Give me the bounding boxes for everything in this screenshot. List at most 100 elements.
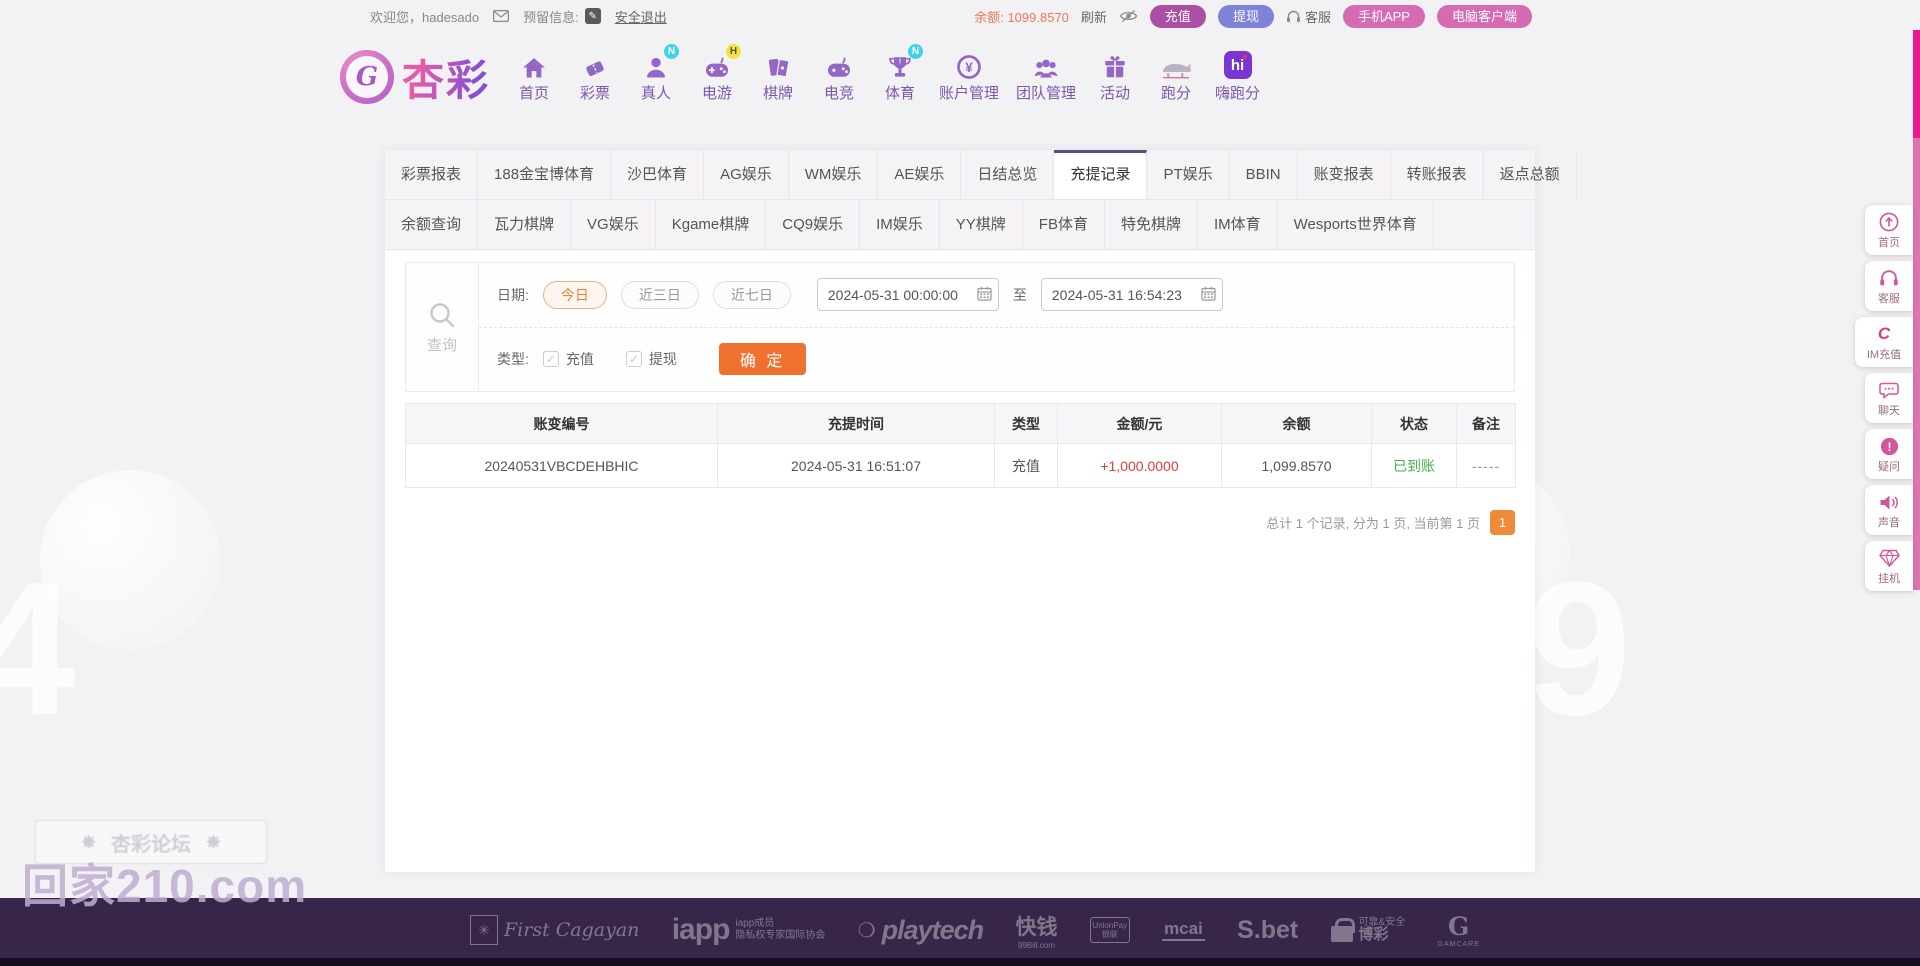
tab-row-2: 余额查询 瓦力棋牌 VG娱乐 Kgame棋牌 CQ9娱乐 IM娱乐 YY棋牌 F… [385, 200, 1535, 250]
float-im-recharge-button[interactable]: C IM充值 [1855, 317, 1913, 367]
welcome-text: 欢迎您，hadesado [370, 9, 480, 25]
nav-item-hi-paofen[interactable]: hi 嗨跑分 [1215, 51, 1260, 103]
tab[interactable]: 沙巴体育 [611, 150, 705, 199]
tab[interactable]: 返点总额 [1484, 150, 1577, 199]
pc-client-button[interactable]: 电脑客户端 [1436, 4, 1532, 28]
col-header-remark: 备注 [1456, 403, 1516, 444]
nav-item-live[interactable]: N 真人 [634, 44, 680, 103]
eye-off-icon[interactable] [1119, 9, 1138, 23]
logo-text: 杏彩 [402, 47, 490, 108]
col-header-amount: 金额/元 [1057, 403, 1222, 444]
tab[interactable]: 日结总览 [961, 150, 1055, 199]
tab[interactable]: 余额查询 [385, 200, 479, 249]
tab[interactable]: IM体育 [1198, 200, 1278, 249]
safe-betting-logo: 可靠&安全 博彩 [1330, 917, 1405, 943]
range-today-button[interactable]: 今日 [542, 280, 607, 309]
svg-text:!: ! [1887, 440, 1891, 454]
float-home-button[interactable]: 首页 [1865, 205, 1913, 255]
date-from-input[interactable] [816, 278, 999, 312]
cell-remark: ----- [1456, 443, 1516, 488]
tab-active-recharge-records[interactable]: 充提记录 [1054, 150, 1148, 199]
cell-amount: +1,000.0000 [1057, 443, 1222, 488]
tab[interactable]: CQ9娱乐 [766, 200, 861, 249]
cell-type: 充值 [994, 443, 1058, 488]
calendar-icon[interactable] [1201, 286, 1216, 301]
tab[interactable]: AG娱乐 [704, 150, 789, 199]
tab[interactable]: Wesports世界体育 [1278, 200, 1434, 249]
tab[interactable]: FB体育 [1023, 200, 1105, 249]
tab[interactable]: Kgame棋牌 [656, 200, 767, 249]
nav-item-team[interactable]: 团队管理 [1016, 51, 1076, 103]
edit-icon[interactable]: ✎ [584, 8, 601, 24]
nav-item-lottery[interactable]: 彩票 [573, 51, 617, 103]
coin-icon: ¥ [957, 51, 981, 79]
tab[interactable]: 彩票报表 [385, 150, 479, 199]
withdraw-button[interactable]: 提现 [1217, 4, 1274, 28]
envelope-icon[interactable] [493, 10, 510, 22]
float-question-button[interactable]: ! 疑问 [1865, 429, 1913, 479]
cell-status: 已到账 [1371, 443, 1457, 488]
chat-icon [1879, 380, 1899, 400]
bg-digit-decor: 4 [0, 543, 76, 755]
date-filter-row: 日期: 今日 近三日 近七日 至 [479, 263, 1514, 328]
tab[interactable]: 账变报表 [1298, 150, 1391, 199]
float-chat-button[interactable]: 聊天 [1865, 373, 1913, 423]
nav-item-account[interactable]: ¥ 账户管理 [939, 51, 999, 103]
topbar: 欢迎您，hadesado 预留信息: ✎ 安全退出 余额: 1099.8570 … [0, 0, 1920, 32]
tab[interactable]: 瓦力棋牌 [478, 200, 572, 249]
deposit-button[interactable]: 充值 [1149, 4, 1206, 28]
nav-item-home[interactable]: 首页 [512, 51, 556, 103]
nav-item-paofen[interactable]: 跑分 [1154, 51, 1198, 103]
tab[interactable]: VG娱乐 [571, 200, 656, 249]
sound-icon [1879, 492, 1899, 512]
nav-item-board-games[interactable]: 棋牌 [756, 51, 800, 103]
service-label: 客服 [1304, 9, 1331, 25]
tab[interactable]: 转账报表 [1391, 150, 1484, 199]
tab[interactable]: IM娱乐 [860, 200, 940, 249]
scrollbar-thumb[interactable] [1913, 30, 1920, 138]
tab[interactable]: 特免棋牌 [1105, 200, 1198, 249]
gamcare-logo: G GAMCARE [1437, 912, 1480, 948]
type-filter-row: 类型: ✓ 充值 ✓ 提现 确 定 [479, 328, 1514, 392]
logout-link[interactable]: 安全退出 [615, 7, 667, 26]
float-sound-button[interactable]: 声音 [1865, 485, 1913, 535]
trophy-icon: ! N [888, 44, 924, 79]
tab[interactable]: YY棋牌 [940, 200, 1023, 249]
headset-icon [1286, 10, 1301, 23]
confirm-button[interactable]: 确 定 [718, 343, 807, 376]
customer-service-link[interactable]: 客服 [1286, 7, 1331, 26]
rhino-logo [1157, 51, 1195, 79]
site-logo[interactable]: G 杏彩 [340, 47, 490, 108]
tab[interactable]: PT娱乐 [1147, 150, 1230, 199]
date-label: 日期: [497, 286, 529, 303]
page-1-button[interactable]: 1 [1490, 510, 1515, 535]
balance-value: 1099.8570 [1007, 9, 1069, 25]
tab[interactable]: WM娱乐 [789, 150, 879, 199]
tab[interactable]: AE娱乐 [878, 150, 962, 199]
float-service-button[interactable]: 客服 [1865, 261, 1913, 311]
im-recharge-icon: C [1877, 324, 1891, 343]
filter-box: 查询 日期: 今日 近三日 近七日 至 [405, 262, 1515, 392]
range-3days-button[interactable]: 近三日 [620, 280, 699, 309]
footer-bottom-strip [0, 958, 1920, 966]
query-column: 查询 [406, 263, 479, 391]
withdraw-checkbox[interactable]: ✓ [625, 351, 642, 368]
home-icon [522, 51, 546, 79]
refresh-link[interactable]: 刷新 [1081, 7, 1107, 26]
scrollbar[interactable] [1913, 30, 1920, 590]
deposit-checkbox-group[interactable]: ✓ 充值 [542, 349, 594, 369]
nav-item-slots[interactable]: H 电游 [695, 44, 742, 103]
calendar-icon[interactable] [977, 286, 992, 301]
range-7days-button[interactable]: 近七日 [712, 280, 791, 309]
float-afk-button[interactable]: 挂机 [1865, 541, 1913, 591]
withdraw-checkbox-group[interactable]: ✓ 提现 [625, 349, 677, 369]
date-to-input[interactable] [1040, 278, 1223, 312]
mobile-app-button[interactable]: 手机APP [1342, 4, 1425, 28]
to-label: 至 [1012, 286, 1027, 303]
tab[interactable]: BBIN [1230, 150, 1298, 199]
nav-item-promotions[interactable]: 活动 [1093, 51, 1137, 103]
tab[interactable]: 188金宝博体育 [478, 150, 612, 199]
deposit-checkbox[interactable]: ✓ [542, 351, 559, 368]
nav-item-sports[interactable]: ! N 体育 [878, 44, 924, 103]
nav-item-esports[interactable]: 电竞 [817, 51, 861, 103]
